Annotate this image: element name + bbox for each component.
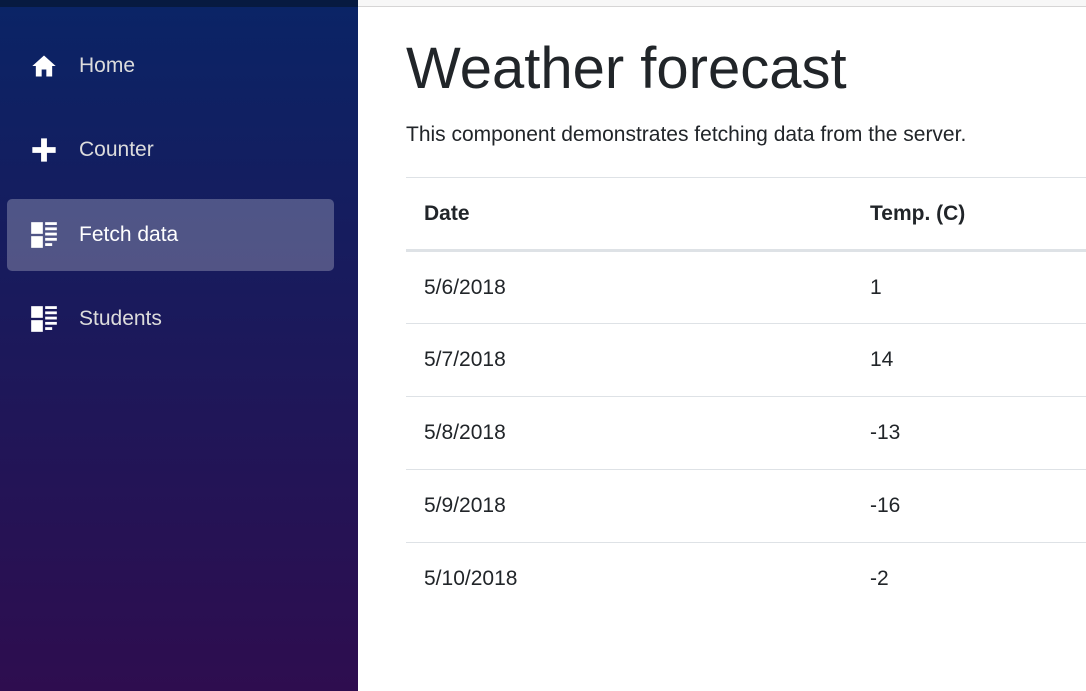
cell-temp: 14 — [852, 323, 1086, 397]
cell-date: 5/7/2018 — [406, 323, 852, 397]
column-header-date: Date — [406, 177, 852, 252]
sidebar-item-home[interactable]: Home — [7, 30, 334, 102]
column-header-temp: Temp. (C) — [852, 177, 1086, 252]
sidebar-item-label: Students — [79, 307, 162, 330]
page-title: Weather forecast — [406, 36, 847, 101]
list-icon — [29, 304, 59, 334]
table-header-row: Date Temp. (C) — [406, 177, 1086, 252]
cell-date: 5/8/2018 — [406, 396, 852, 470]
sidebar-item-fetch-data[interactable]: Fetch data — [7, 199, 334, 271]
sidebar-item-label: Home — [79, 54, 136, 77]
forecast-table: Date Temp. (C) 5/6/2018 1 5/7/2018 14 5/… — [406, 177, 1086, 616]
content-area: Weather forecast This component demonstr… — [406, 36, 1086, 616]
cell-date: 5/6/2018 — [406, 250, 852, 324]
top-row — [358, 0, 1086, 7]
list-icon — [29, 220, 59, 250]
table-row: 5/10/2018 -2 — [406, 543, 1086, 616]
sidebar: Home Counter Fetch data Students — [0, 0, 358, 691]
cell-temp: -16 — [852, 469, 1086, 543]
table-row: 5/7/2018 14 — [406, 323, 1086, 397]
table-row: 5/6/2018 1 — [406, 250, 1086, 324]
plus-icon — [29, 135, 59, 165]
cell-date: 5/9/2018 — [406, 469, 852, 543]
home-icon — [29, 51, 59, 81]
cell-temp: -13 — [852, 396, 1086, 470]
cell-temp: 1 — [852, 250, 1086, 324]
table-row: 5/9/2018 -16 — [406, 469, 1086, 543]
cell-temp: -2 — [870, 567, 889, 591]
sidebar-item-label: Counter — [79, 138, 154, 161]
cell-date: 5/10/2018 — [424, 567, 518, 591]
app-window: Home Counter Fetch data Students Weather… — [0, 0, 1086, 691]
page-description: This component demonstrates fetching dat… — [406, 123, 967, 146]
sidebar-top-bar — [0, 0, 358, 7]
sidebar-item-students[interactable]: Students — [7, 283, 334, 355]
table-row: 5/8/2018 -13 — [406, 396, 1086, 470]
sidebar-item-label: Fetch data — [79, 223, 179, 246]
sidebar-item-counter[interactable]: Counter — [7, 114, 334, 186]
main-content: Weather forecast This component demonstr… — [358, 0, 1086, 691]
